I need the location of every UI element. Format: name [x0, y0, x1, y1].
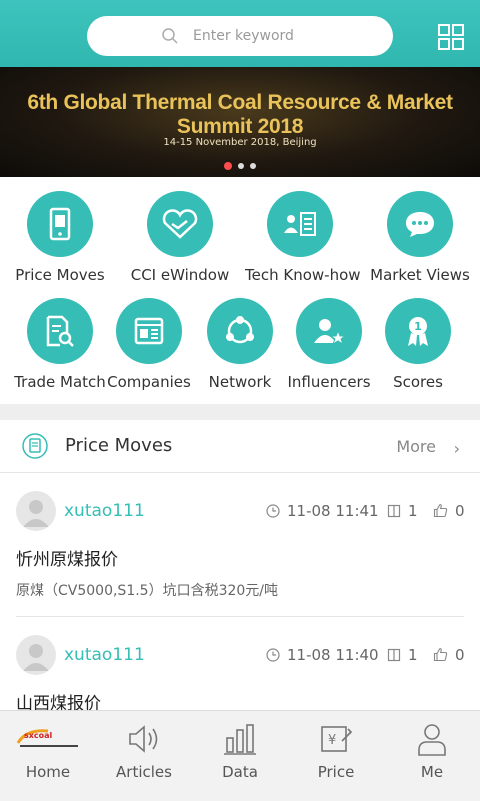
category-label: Tech Know-how — [245, 266, 361, 284]
banner-subtitle: 14-15 November 2018, Beijing — [163, 137, 317, 148]
chevron-right-icon[interactable]: › — [454, 439, 460, 458]
tab-me[interactable]: Me — [384, 711, 480, 801]
category-tech-know-how[interactable]: Tech Know-how — [245, 191, 361, 284]
thumbs-up-icon[interactable] — [433, 503, 448, 518]
section-title: Price Moves — [65, 435, 173, 456]
post-summary: 原煤（CV5000,S1.5）坑口含税320元/吨 — [16, 583, 279, 599]
comment-book-icon — [387, 504, 401, 518]
search-icon — [162, 28, 178, 44]
svg-text:¥: ¥ — [328, 733, 336, 748]
comment-count: 1 — [408, 502, 418, 520]
tab-label: Price — [317, 763, 355, 781]
tab-label: Articles — [116, 763, 172, 781]
user-star-icon — [296, 298, 362, 364]
share-network-icon — [207, 298, 273, 364]
top-bar: Enter keyword — [0, 0, 480, 67]
tab-label: Me — [420, 763, 444, 781]
section-divider — [0, 404, 480, 420]
chat-bubble-icon — [387, 191, 453, 257]
category-label: Market Views — [370, 266, 470, 284]
search-bar[interactable]: Enter keyword — [87, 16, 393, 56]
more-link[interactable]: More — [396, 437, 436, 456]
person-icon — [418, 724, 446, 756]
banner-title: 6th Global Thermal Coal Resource & Marke… — [27, 91, 453, 138]
category-label: Scores — [393, 373, 443, 391]
carousel-dot[interactable] — [238, 163, 244, 169]
thumbs-up-icon[interactable] — [433, 647, 448, 662]
post-time: 11-08 11:41 — [287, 502, 379, 520]
tab-label: Data — [222, 763, 258, 781]
carousel-dot[interactable] — [250, 163, 256, 169]
price-moves-header: Price Moves More › — [0, 420, 480, 473]
post-time: 11-08 11:40 — [287, 646, 379, 664]
avatar[interactable] — [16, 491, 56, 531]
tab-label: Home — [25, 763, 71, 781]
post-title[interactable]: 忻州原煤报价 — [16, 545, 118, 570]
comment-book-icon — [387, 648, 401, 662]
category-scores[interactable]: 1 Scores — [375, 298, 461, 391]
category-cci-ewindow[interactable]: CCI eWindow — [130, 191, 230, 284]
document-edit-icon — [22, 433, 48, 459]
clock-icon — [266, 504, 280, 518]
category-label: Trade Match — [14, 373, 106, 391]
like-count: 0 — [455, 646, 465, 664]
avatar[interactable] — [16, 635, 56, 675]
document-search-icon — [27, 298, 93, 364]
clock-icon — [266, 648, 280, 662]
grid-menu-icon[interactable] — [438, 24, 464, 50]
default-avatar-icon — [23, 644, 49, 671]
list-item[interactable]: xutao111 11-08 11:41 1 0 忻州原煤报价 原煤（CV500… — [0, 473, 480, 618]
like-count: 0 — [455, 502, 465, 520]
category-label: Price Moves — [15, 266, 105, 284]
id-card-icon — [267, 191, 333, 257]
carousel-dots — [0, 154, 480, 173]
phone-icon — [27, 191, 93, 257]
svg-text:1: 1 — [414, 320, 422, 333]
category-price-moves[interactable]: Price Moves — [10, 191, 110, 284]
price-tag-icon: ¥ — [321, 726, 353, 752]
bottom-tab-bar: sxcoal Home Articles Data ¥ Price Me — [0, 710, 480, 801]
speaker-icon — [129, 725, 158, 753]
tab-price[interactable]: ¥ Price — [288, 711, 384, 801]
post-title[interactable]: 山西煤报价 — [16, 689, 101, 710]
default-avatar-icon — [23, 500, 49, 527]
category-network[interactable]: Network — [199, 298, 281, 391]
category-companies[interactable]: Companies — [106, 298, 192, 391]
username[interactable]: xutao111 — [64, 501, 145, 521]
tab-articles[interactable]: Articles — [96, 711, 192, 801]
svg-text:sxcoal: sxcoal — [24, 731, 53, 740]
category-label: Network — [208, 373, 272, 391]
carousel-dot-active[interactable] — [224, 162, 232, 170]
tab-data[interactable]: Data — [192, 711, 288, 801]
comment-count: 1 — [408, 646, 418, 664]
search-placeholder: Enter keyword — [193, 28, 294, 44]
medal-icon: 1 — [385, 298, 451, 364]
category-label: CCI eWindow — [130, 266, 230, 284]
list-item[interactable]: xutao111 11-08 11:40 1 0 山西煤报价 — [0, 617, 480, 710]
category-trade-match[interactable]: Trade Match — [14, 298, 106, 391]
category-label: Influencers — [287, 373, 371, 391]
category-influencers[interactable]: Influencers — [285, 298, 373, 391]
newspaper-icon — [116, 298, 182, 364]
sxcoal-logo-icon: sxcoal — [16, 729, 78, 749]
username[interactable]: xutao111 — [64, 645, 145, 665]
category-label: Companies — [107, 373, 191, 391]
handshake-icon — [147, 191, 213, 257]
tab-home[interactable]: sxcoal Home — [0, 711, 96, 801]
category-market-views[interactable]: Market Views — [370, 191, 470, 284]
bar-chart-icon — [224, 724, 256, 755]
